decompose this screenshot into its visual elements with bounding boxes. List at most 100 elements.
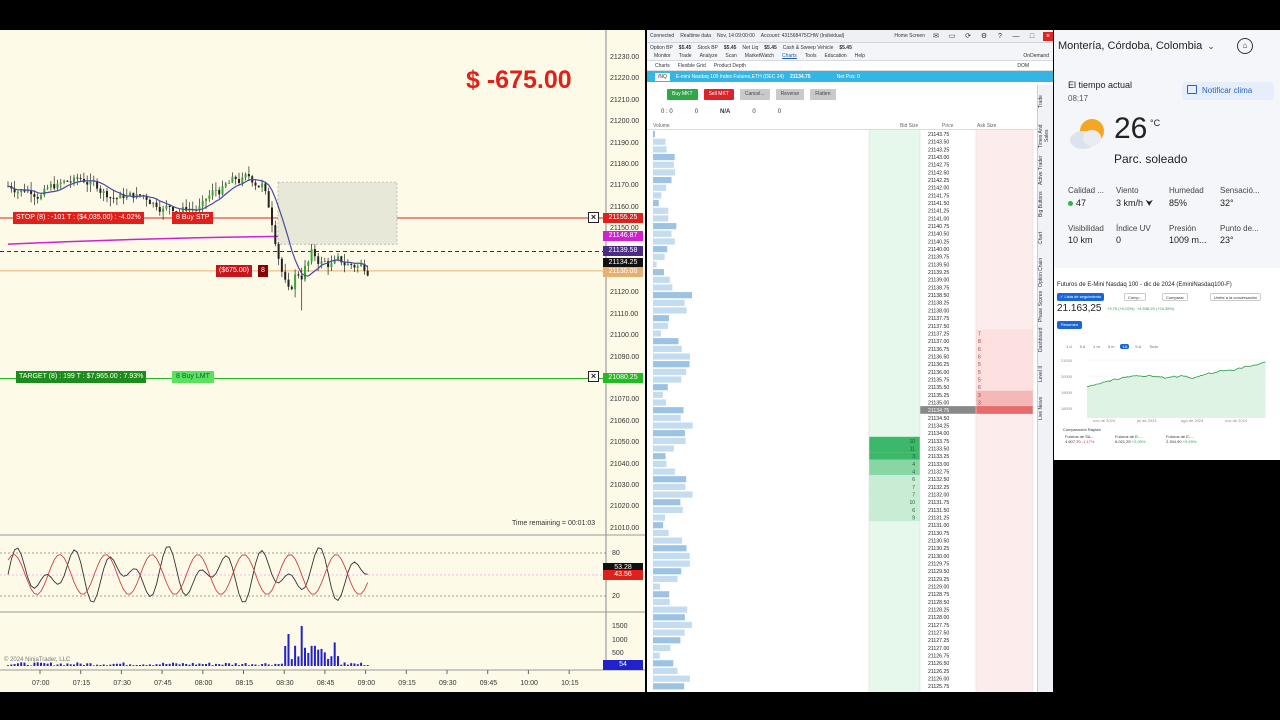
header-ask-size: Ask Size bbox=[977, 123, 997, 129]
target-order-button[interactable]: 8 Buy LMT bbox=[172, 371, 214, 383]
menu-monitor[interactable]: Monitor bbox=[654, 53, 671, 59]
ask-size: 6 bbox=[978, 354, 981, 360]
side-tab[interactable]: Trade bbox=[1038, 85, 1044, 119]
menu-tools[interactable]: Tools bbox=[805, 53, 817, 59]
price-axis-label: 21160.00 bbox=[610, 203, 639, 211]
close-target-icon[interactable]: × bbox=[588, 371, 599, 382]
time-axis-label: 09:15 bbox=[398, 680, 416, 687]
settings-icon[interactable]: ⚙ bbox=[979, 32, 989, 41]
side-tab[interactable]: Dashboard bbox=[1038, 323, 1044, 357]
ladder-price: 21140.25 bbox=[928, 239, 949, 245]
ladder-price: 21137.00 bbox=[928, 339, 949, 345]
ladder-price: 21138.50 bbox=[928, 293, 949, 299]
account-selector[interactable]: Account: 431568475CHW (Individual) bbox=[761, 33, 845, 39]
menu-marketwatch[interactable]: MarketWatch bbox=[745, 53, 774, 59]
close-window-icon[interactable]: × bbox=[1043, 31, 1053, 41]
minimize-icon[interactable]: — bbox=[1011, 32, 1021, 41]
menu-charts[interactable]: Charts bbox=[782, 53, 797, 59]
compare-button-2[interactable]: Comparar bbox=[1162, 293, 1188, 301]
stop-order-button[interactable]: 8 Buy STP bbox=[172, 212, 214, 224]
menu-scan[interactable]: Scan bbox=[725, 53, 736, 59]
ladder-price: 21128.25 bbox=[928, 608, 949, 614]
range-option[interactable]: 1 m bbox=[1091, 344, 1102, 349]
range-option[interactable]: Todo bbox=[1147, 344, 1160, 349]
sync-icon[interactable]: ⟳ bbox=[963, 32, 973, 41]
range-option[interactable]: 3 m bbox=[1106, 344, 1117, 349]
header-price: Price bbox=[942, 123, 954, 129]
ladder-price: 21139.25 bbox=[928, 270, 949, 276]
time-axis-label: 10:00 bbox=[520, 680, 538, 687]
mail-icon[interactable]: ✉ bbox=[931, 32, 941, 41]
help-icon[interactable]: ? bbox=[995, 32, 1005, 41]
pressure-label: Presión bbox=[1169, 224, 1197, 233]
air-quality-label: Calidad ... bbox=[1068, 186, 1105, 195]
price-chart-panel[interactable]: $ -675.00 STOP (8) : -101 T : ($4,035.00… bbox=[0, 30, 645, 692]
flatten-button[interactable]: Flatten bbox=[810, 88, 836, 100]
chevron-down-icon[interactable]: ⌄ bbox=[1207, 41, 1215, 52]
ladder-price: 21142.50 bbox=[928, 170, 949, 176]
range-option[interactable]: 1A bbox=[1120, 344, 1130, 349]
message-icon bbox=[1187, 85, 1197, 94]
watchlist-button[interactable]: ✓ Lista de seguimiento bbox=[1057, 293, 1105, 301]
weather-widget[interactable]: Montería, Córdoba, Colombia ⌄ ⌂ El tiemp… bbox=[1054, 30, 1280, 460]
menu-education[interactable]: Education bbox=[824, 53, 846, 59]
range-option[interactable]: 5 d bbox=[1078, 344, 1088, 349]
side-tab[interactable]: Times And Sales bbox=[1038, 119, 1050, 153]
temperature-unit[interactable]: °C bbox=[1150, 118, 1160, 128]
compare-button[interactable]: Comp... bbox=[1124, 293, 1147, 301]
position-stats: 0 : 0 0 N/A 0 0 bbox=[647, 101, 1053, 117]
side-tab[interactable]: Level II bbox=[1038, 357, 1044, 391]
ladder-price: 21136.00 bbox=[928, 370, 949, 376]
time-axis-label: 08:00 bbox=[194, 680, 213, 687]
buy-mkt-button[interactable]: Buy MKT bbox=[667, 88, 698, 100]
price-ladder[interactable]: 21143.75 21143.5021143.25 21143.00 21142.75… bbox=[647, 130, 1037, 692]
subtab-charts[interactable]: Charts bbox=[655, 63, 670, 69]
home-screen-link[interactable]: Home Screen bbox=[894, 33, 925, 39]
sell-mkt-button[interactable]: Sell MKT bbox=[703, 88, 734, 100]
subtab-product-depth[interactable]: Product Depth bbox=[714, 63, 746, 69]
join-conversation-button[interactable]: Unirte a la conversación bbox=[1210, 293, 1261, 301]
summary-tab[interactable]: Resumen bbox=[1057, 321, 1083, 329]
side-tab[interactable]: Big Buttons bbox=[1038, 187, 1044, 221]
price-chart-canvas[interactable] bbox=[0, 30, 645, 692]
ondemand-button[interactable]: OnDemand bbox=[1023, 53, 1049, 59]
side-tab[interactable]: Phase Scores bbox=[1038, 289, 1044, 323]
stock-x-label: nov de 2024 bbox=[1093, 418, 1116, 423]
ladder-price: 21141.75 bbox=[928, 193, 949, 199]
stat-open: 0 bbox=[694, 109, 699, 115]
ladder-price: 21130.50 bbox=[928, 539, 949, 545]
range-option[interactable]: 1 d bbox=[1064, 344, 1074, 349]
close-stop-icon[interactable]: × bbox=[588, 212, 599, 223]
menu-help[interactable]: Help bbox=[855, 53, 865, 59]
trading-platform-window[interactable]: Connected Realtime data Nov, 14 09:00:00… bbox=[647, 30, 1053, 692]
home-icon[interactable]: ⌂ bbox=[1237, 38, 1253, 54]
maximize-icon[interactable]: □ bbox=[1027, 32, 1037, 41]
menu-trade[interactable]: Trade bbox=[679, 53, 692, 59]
compare-card-3[interactable]: Futuros de E-... 2.394,90 +0,49% bbox=[1166, 434, 1212, 454]
ladder-price: 21137.75 bbox=[928, 316, 949, 322]
position-qty-label[interactable]: 8 bbox=[258, 265, 268, 277]
chat-icon[interactable]: ▭ bbox=[947, 32, 957, 41]
condition: Parc. soleado bbox=[1114, 152, 1188, 166]
notify-weather-button[interactable]: Notificar clima bbox=[1182, 82, 1274, 100]
compare-card-1[interactable]: Futuros de S&... 4.607,70 -1,17% bbox=[1065, 434, 1111, 454]
stock-mini-chart[interactable]: 21000 20000 19000 18000 nov de 2024 jul de 20… bbox=[1057, 354, 1277, 424]
side-tab[interactable]: Live News bbox=[1038, 391, 1044, 425]
cancel-orders-button[interactable]: Cancel... bbox=[739, 88, 770, 100]
menu-analyze[interactable]: Analyze bbox=[700, 53, 718, 59]
symbol-input[interactable]: /NQ bbox=[655, 72, 670, 81]
stock-card[interactable]: Futuros de E-Mini Nasdaq 100 - dic de 20… bbox=[1054, 268, 1280, 460]
location-name[interactable]: Montería, Córdoba, Colombia bbox=[1058, 40, 1202, 52]
compare-card-2[interactable]: Futuros de E-... 6.021,25 +2,09% bbox=[1115, 434, 1161, 454]
reverse-button[interactable]: Reverse bbox=[775, 88, 805, 100]
side-tab[interactable]: Active Trader bbox=[1038, 153, 1044, 187]
price-axis-label: 21220.00 bbox=[610, 75, 640, 83]
price-axis-label: 21070.00 bbox=[610, 396, 640, 404]
subtab-flexible-grid[interactable]: Flexible Grid bbox=[678, 63, 706, 69]
volume-axis-label: 1500 bbox=[612, 623, 628, 630]
side-tab[interactable]: Option Chain bbox=[1038, 255, 1044, 289]
stock-title[interactable]: Futuros de E-Mini Nasdaq 100 - dic de 20… bbox=[1057, 282, 1232, 288]
data-status: Realtime data bbox=[680, 33, 712, 39]
side-tab[interactable]: Chart bbox=[1038, 221, 1044, 255]
range-option[interactable]: 5 A bbox=[1133, 344, 1143, 349]
